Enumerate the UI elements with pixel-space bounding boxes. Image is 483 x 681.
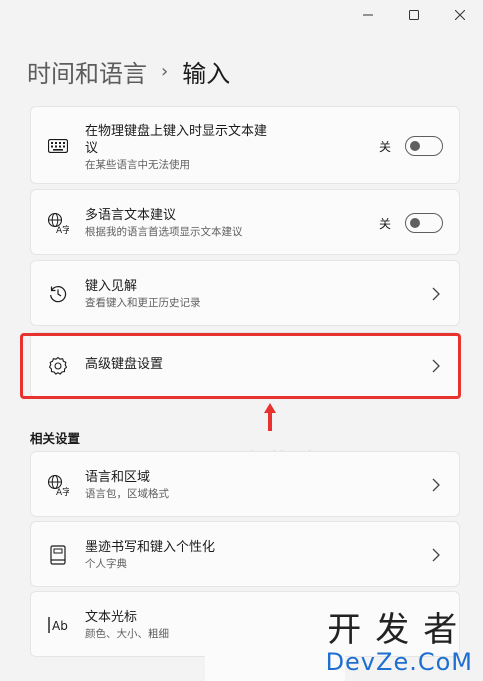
minimize-icon: [363, 14, 373, 16]
chevron-right-icon: [432, 548, 440, 562]
history-icon: [47, 283, 69, 305]
setting-title-cont: 议: [85, 141, 99, 156]
setting-description: 颜色、大小、粗细: [85, 628, 169, 640]
setting-description: 根据我的语言首选项显示文本建议: [85, 226, 243, 238]
multilingual-toggle[interactable]: [405, 213, 443, 233]
arrow-up-icon: [264, 403, 276, 431]
setting-description: 在某些语言中无法使用: [85, 159, 190, 171]
setting-description: 查看键入和更正历史记录: [85, 297, 201, 309]
partial-card: [205, 650, 345, 681]
minimize-button[interactable]: [345, 0, 391, 30]
breadcrumb: 时间和语言 › 输入: [27, 54, 230, 89]
setting-title: 语言和区域: [85, 470, 151, 485]
setting-description: 个人字典: [85, 558, 127, 570]
related-language-region[interactable]: A字 语言和区域 语言包，区域格式: [30, 451, 460, 517]
highlight-box: [20, 333, 461, 399]
toggle-state-label: 关: [378, 216, 391, 231]
book-icon: [47, 544, 69, 566]
breadcrumb-parent[interactable]: 时间和语言: [27, 54, 147, 89]
toggle-knob: [410, 141, 420, 151]
maximize-icon: [409, 10, 419, 20]
toggle-state-label: 关: [378, 139, 391, 154]
page-title: 输入: [182, 60, 231, 88]
setting-title: 墨迹书写和键入个性化: [85, 540, 216, 555]
watermark-en: DevZe.CoM: [325, 648, 473, 676]
svg-text:A字: A字: [56, 224, 69, 234]
watermark-cn: 开发者: [327, 610, 472, 650]
language-icon: A字: [47, 474, 69, 496]
setting-physical-keyboard-suggestions: 在物理键盘上键入时显示文本建 议 在某些语言中无法使用 关: [30, 106, 460, 184]
svg-text:A字: A字: [56, 486, 69, 496]
watermark: 开发者 DevZe.CoM: [326, 612, 473, 676]
setting-title: 键入见解: [85, 279, 138, 294]
setting-title: 文本光标: [85, 610, 138, 625]
window-controls: [345, 0, 483, 30]
text-cursor-icon: Ab: [47, 614, 73, 636]
setting-typing-insights[interactable]: 键入见解 查看键入和更正历史记录: [30, 260, 460, 326]
close-button[interactable]: [437, 0, 483, 30]
setting-description: 语言包，区域格式: [85, 488, 169, 500]
breadcrumb-separator: ›: [161, 61, 169, 82]
setting-title: 多语言文本建议: [85, 208, 177, 223]
svg-text:Ab: Ab: [52, 619, 68, 633]
keyboard-icon: [47, 135, 69, 157]
maximize-button[interactable]: [391, 0, 437, 30]
chevron-right-icon: [432, 478, 440, 492]
physical-keyboard-toggle[interactable]: [405, 136, 443, 156]
close-icon: [455, 10, 465, 20]
language-icon: A字: [47, 212, 69, 234]
setting-title: 在物理键盘上键入时显示文本建: [85, 124, 268, 139]
section-title-related: 相关设置: [30, 431, 81, 446]
related-pen-typing-personalization[interactable]: 墨迹书写和键入个性化 个人字典: [30, 521, 460, 587]
toggle-knob: [410, 218, 420, 228]
chevron-right-icon: [432, 287, 440, 301]
setting-multilingual-suggestions: A字 多语言文本建议 根据我的语言首选项显示文本建议 关: [30, 189, 460, 255]
